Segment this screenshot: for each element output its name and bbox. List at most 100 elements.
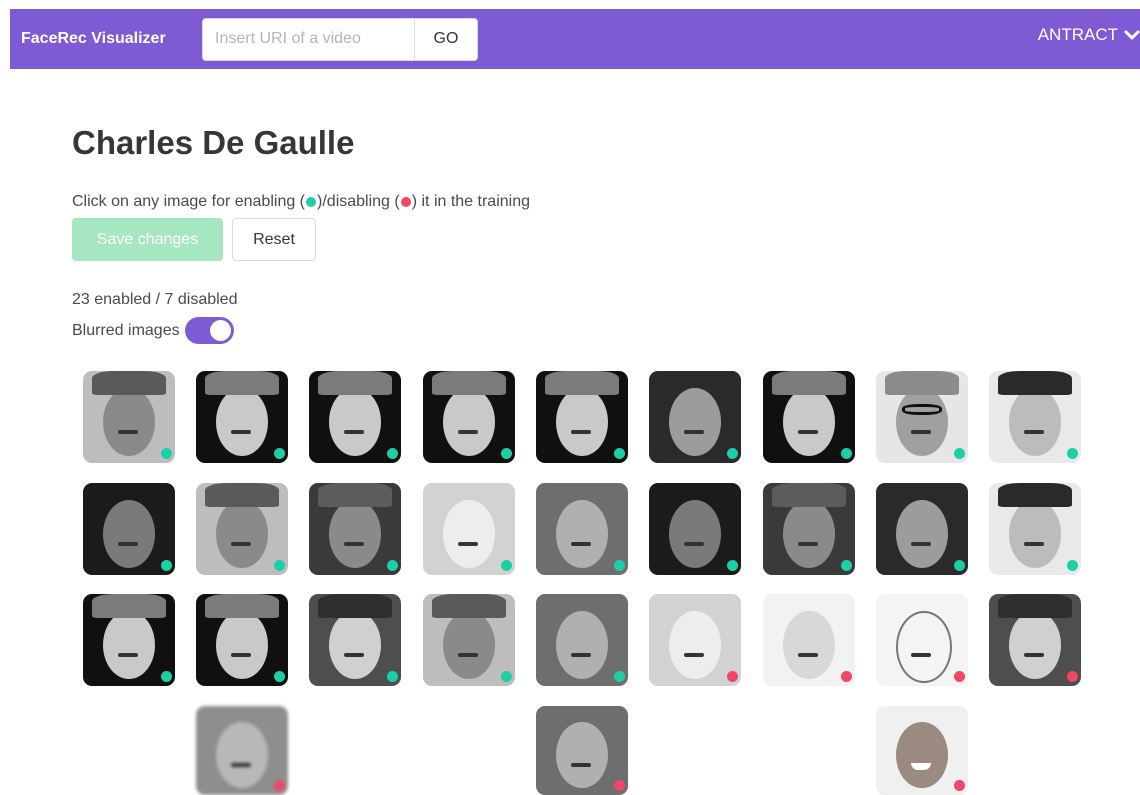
face-photo-head	[783, 387, 835, 456]
face-photo-cap	[545, 371, 619, 395]
face-photo-head	[1009, 499, 1061, 568]
face-photo-head	[1009, 610, 1061, 679]
face-photo-glasses	[901, 404, 943, 416]
face-thumbnail[interactable]	[83, 483, 175, 575]
save-changes-button[interactable]: Save changes	[72, 218, 223, 261]
disabled-status-dot-icon	[274, 780, 285, 791]
face-photo-mustache	[570, 541, 592, 546]
face-photo-cap	[318, 483, 392, 507]
enabled-status-dot-icon	[614, 560, 625, 571]
face-thumbnail[interactable]	[876, 594, 968, 686]
face-thumbnail[interactable]	[989, 594, 1081, 686]
face-photo-head	[216, 387, 268, 456]
face-photo-mustache	[230, 429, 252, 434]
instruction-text-end: ) it in the training	[411, 193, 530, 210]
face-photo-head	[216, 722, 268, 788]
face-photo-mustache	[1023, 541, 1045, 546]
disabled-dot-icon	[400, 197, 411, 207]
app-brand[interactable]: FaceRec Visualizer	[21, 30, 202, 48]
face-photo-head	[216, 499, 268, 568]
face-photo-mustache	[457, 541, 479, 546]
face-photo-head	[896, 499, 948, 568]
face-thumbnail[interactable]	[876, 706, 968, 795]
face-photo-cap	[998, 594, 1072, 618]
face-photo-cap	[318, 594, 392, 618]
face-thumbnail[interactable]	[83, 594, 175, 686]
reset-button[interactable]: Reset	[232, 218, 316, 261]
face-photo-cap	[92, 371, 166, 395]
enabled-status-dot-icon	[841, 448, 852, 459]
face-thumbnail[interactable]	[423, 483, 515, 575]
face-thumbnail[interactable]	[196, 483, 288, 575]
project-dropdown[interactable]: ANTRACT	[1038, 9, 1140, 61]
face-thumbnail[interactable]	[649, 594, 741, 686]
face-thumbnail[interactable]	[196, 371, 288, 463]
face-thumbnail[interactable]	[83, 371, 175, 463]
face-thumbnail[interactable]	[196, 706, 288, 795]
face-photo-head	[103, 499, 155, 568]
face-thumbnail[interactable]	[423, 594, 515, 686]
toggle-knob	[209, 320, 231, 341]
blur-setting: Blurred images	[72, 317, 234, 344]
blurred-images-toggle[interactable]	[184, 317, 234, 344]
face-photo-cap	[885, 371, 959, 395]
face-photo-head	[669, 610, 721, 679]
face-thumbnail[interactable]	[763, 594, 855, 686]
face-thumbnail[interactable]	[309, 371, 401, 463]
face-thumbnail[interactable]	[536, 594, 628, 686]
face-photo-head	[783, 610, 835, 679]
video-search-form: GO	[202, 17, 478, 61]
face-photo-mustache	[230, 541, 252, 546]
face-photo-mustache	[343, 429, 365, 434]
face-photo-mustache	[343, 541, 365, 546]
face-photo-head	[896, 610, 952, 683]
face-photo-mustache	[683, 541, 705, 546]
face-thumbnail[interactable]	[536, 706, 628, 795]
enabled-status-dot-icon	[387, 448, 398, 459]
face-photo-mustache	[1023, 429, 1045, 434]
face-thumbnail[interactable]	[989, 371, 1081, 463]
face-thumbnail[interactable]	[649, 483, 741, 575]
face-photo-head	[443, 499, 495, 568]
face-thumbnail[interactable]	[196, 594, 288, 686]
face-thumbnail[interactable]	[309, 483, 401, 575]
face-photo-mustache	[683, 429, 705, 434]
go-button[interactable]: GO	[414, 17, 478, 61]
face-photo-cap	[772, 371, 846, 395]
face-photo-head	[556, 722, 608, 788]
enabled-status-dot-icon	[727, 560, 738, 571]
blurred-images-label: Blurred images	[72, 321, 180, 339]
face-photo-mustache	[230, 652, 252, 657]
face-photo-head	[216, 610, 268, 679]
face-thumbnail[interactable]	[649, 371, 741, 463]
disabled-status-dot-icon	[841, 671, 852, 682]
enabled-status-dot-icon	[841, 560, 852, 571]
face-thumbnail[interactable]	[423, 371, 515, 463]
training-instructions: Click on any image for enabling ()/disab…	[72, 193, 530, 211]
face-photo-cap	[205, 594, 279, 618]
enabled-status-dot-icon	[161, 671, 172, 682]
face-photo-mustache	[797, 652, 819, 657]
face-thumbnail[interactable]	[536, 371, 628, 463]
face-photo-cap	[998, 371, 1072, 395]
face-photo-head	[103, 610, 155, 679]
face-photo-mustache	[457, 652, 479, 657]
enabled-status-dot-icon	[954, 448, 965, 459]
face-photo-mustache	[570, 652, 592, 657]
face-thumbnail[interactable]	[309, 594, 401, 686]
face-thumbnail[interactable]	[876, 483, 968, 575]
enabled-status-dot-icon	[954, 560, 965, 571]
face-photo-mustache	[683, 652, 705, 657]
face-thumbnail[interactable]	[536, 483, 628, 575]
face-thumbnail[interactable]	[763, 483, 855, 575]
video-uri-input[interactable]	[202, 17, 414, 61]
face-photo-cap	[205, 483, 279, 507]
face-thumbnail[interactable]	[763, 371, 855, 463]
face-thumbnail[interactable]	[989, 483, 1081, 575]
disabled-status-dot-icon	[727, 671, 738, 682]
enabled-status-dot-icon	[274, 671, 285, 682]
face-photo-head	[896, 722, 948, 788]
face-photo-mustache	[570, 762, 592, 767]
face-thumbnail[interactable]	[876, 371, 968, 463]
face-photo-head	[1009, 387, 1061, 456]
